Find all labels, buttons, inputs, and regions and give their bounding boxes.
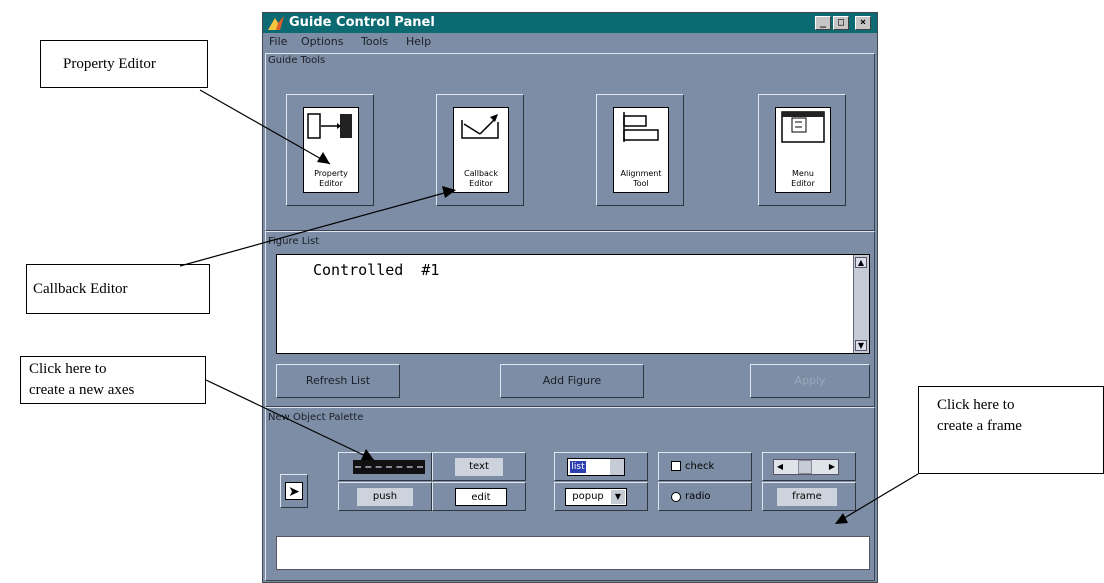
close-button[interactable]: ×	[855, 16, 871, 30]
menu-help[interactable]: Help	[406, 34, 431, 50]
figure-listbox[interactable]: Controlled #1 ▲ ▼	[276, 254, 870, 354]
title-bar[interactable]: Guide Control Panel _ □ ×	[263, 13, 877, 33]
menu-tools[interactable]: Tools	[361, 34, 388, 50]
figure-list-panel: Figure List Controlled #1 ▲ ▼ Refresh Li…	[265, 231, 875, 407]
alignment-tool-label: Alignment Tool	[620, 169, 662, 188]
minimize-button[interactable]: _	[815, 16, 831, 30]
alignment-tool-button[interactable]: Alignment Tool	[596, 94, 684, 206]
popup-icon: popup ▼	[565, 488, 627, 506]
menu-options[interactable]: Options	[301, 34, 343, 50]
radio-tool-button[interactable]: radio	[658, 482, 752, 511]
menu-file[interactable]: File	[269, 34, 287, 50]
select-arrow-button[interactable]: ➤	[280, 474, 308, 508]
guide-tools-panel: Guide Tools Property Editor Callback Edi…	[265, 53, 875, 231]
list-scrollbar[interactable]: ▲ ▼	[853, 255, 869, 353]
property-editor-icon	[307, 113, 352, 139]
property-editor-button[interactable]: Property Editor	[286, 94, 374, 206]
callout-property-editor: Property Editor	[40, 40, 208, 88]
alignment-tool-icon	[623, 112, 659, 142]
guide-tools-title: Guide Tools	[268, 55, 326, 66]
list-item[interactable]: Controlled #1	[313, 261, 439, 279]
check-tool-label: check	[685, 461, 715, 472]
frame-tool-button[interactable]: frame	[762, 482, 856, 511]
scroll-up-icon[interactable]: ▲	[855, 257, 867, 268]
callback-editor-icon	[461, 114, 499, 139]
listbox-icon: list	[567, 458, 625, 476]
menu-editor-button[interactable]: Menu Editor	[758, 94, 846, 206]
frame-tool-label: frame	[777, 488, 837, 506]
menu-editor-icon	[781, 111, 825, 143]
status-field	[276, 536, 870, 570]
check-tool-button[interactable]: check	[658, 452, 752, 481]
slider-icon: ◀ ▶	[773, 459, 839, 475]
callback-editor-label: Callback Editor	[464, 169, 498, 188]
apply-button[interactable]: Apply	[750, 364, 870, 398]
radio-tool-label: radio	[685, 491, 711, 502]
push-tool-button[interactable]: push	[338, 482, 432, 511]
refresh-list-button[interactable]: Refresh List	[276, 364, 400, 398]
popup-tool-button[interactable]: popup ▼	[554, 482, 648, 511]
axes-tool-button[interactable]	[338, 452, 432, 481]
figure-list-title: Figure List	[268, 236, 320, 247]
callout-frame: Click here to create a frame	[918, 386, 1104, 474]
new-object-palette-panel: New Object Palette ➤ text list check ◀ ▶…	[265, 407, 875, 581]
axes-icon	[353, 460, 425, 474]
maximize-button[interactable]: □	[833, 16, 849, 30]
text-tool-button[interactable]: text	[432, 452, 526, 481]
window-title: Guide Control Panel	[289, 15, 435, 30]
checkbox-icon	[671, 461, 681, 471]
pointer-icon: ➤	[285, 482, 303, 500]
matlab-logo-icon	[268, 16, 284, 30]
callback-editor-button[interactable]: Callback Editor	[436, 94, 524, 206]
scroll-down-icon[interactable]: ▼	[855, 340, 867, 351]
popup-tool-label: popup	[572, 491, 604, 502]
palette-title: New Object Palette	[268, 412, 364, 423]
edit-tool-button[interactable]: edit	[432, 482, 526, 511]
menu-editor-label: Menu Editor	[791, 169, 815, 188]
menu-bar: File Options Tools Help	[263, 33, 877, 51]
callout-axes: Click here to create a new axes	[20, 356, 206, 404]
chevron-down-icon: ▼	[611, 490, 625, 504]
guide-control-panel-window: Guide Control Panel _ □ × File Options T…	[262, 12, 878, 583]
push-tool-label: push	[357, 488, 413, 506]
list-tool-label: list	[570, 461, 586, 473]
list-tool-button[interactable]: list	[554, 452, 648, 481]
radio-icon	[671, 492, 681, 502]
edit-tool-label: edit	[455, 488, 507, 506]
slider-tool-button[interactable]: ◀ ▶	[762, 452, 856, 481]
callout-callback-editor: Callback Editor	[26, 264, 210, 314]
add-figure-button[interactable]: Add Figure	[500, 364, 644, 398]
property-editor-label: Property Editor	[314, 169, 348, 188]
text-tool-label: text	[455, 458, 503, 476]
